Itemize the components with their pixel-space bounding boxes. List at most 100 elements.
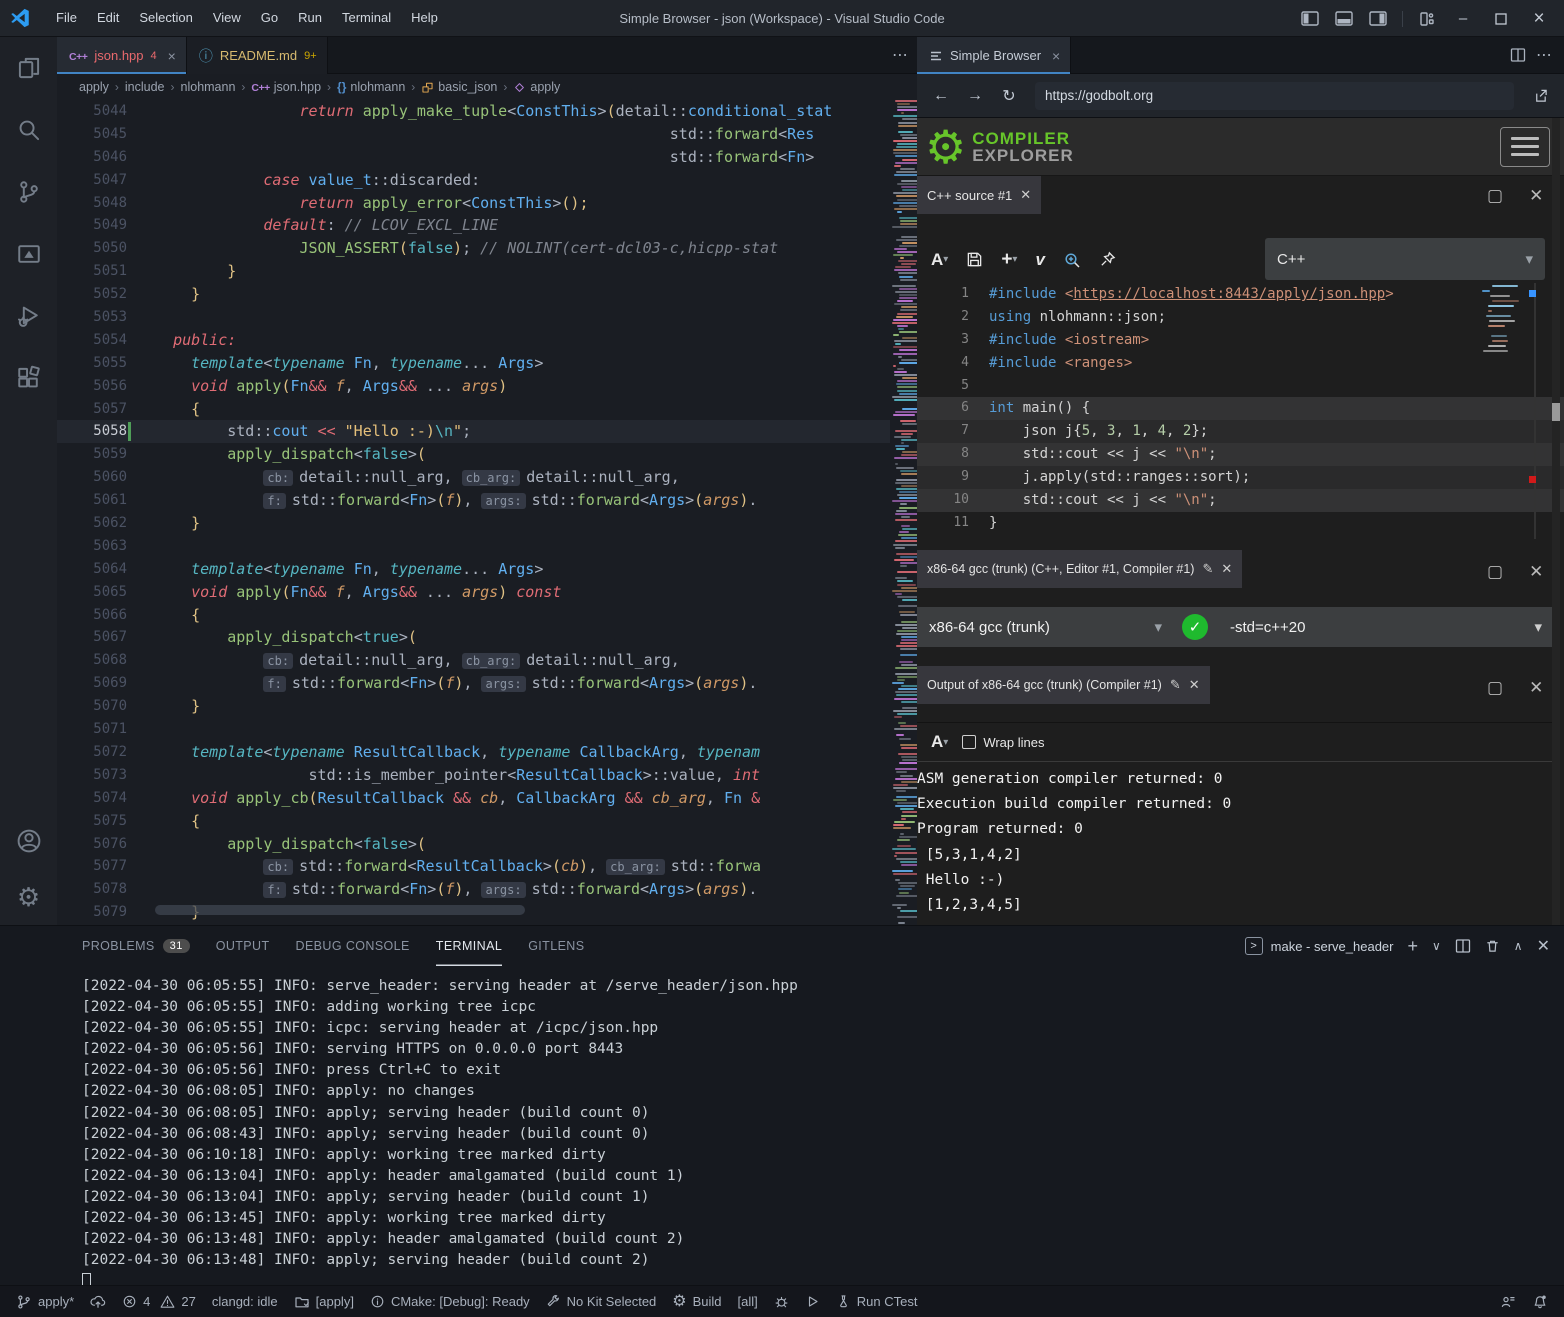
output-pane-tab[interactable]: Output of x86-64 gcc (trunk) (Compiler #… — [917, 666, 1210, 704]
code-editor[interactable]: 5044 return apply_make_tuple<ConstThis>(… — [57, 100, 917, 925]
activity-source-control-icon[interactable] — [0, 161, 57, 223]
code-line[interactable]: 5078 f:std::forward<Fn>(f), args:std::fo… — [57, 878, 917, 901]
code-line[interactable]: 5069 f:std::forward<Fn>(f), args:std::fo… — [57, 672, 917, 695]
ce-code-line[interactable]: 7 json j{5, 3, 1, 4, 2}; — [917, 420, 1564, 443]
rename-pane-icon[interactable]: ✎ — [1202, 561, 1213, 577]
terminal-dropdown-icon[interactable]: ∨ — [1432, 939, 1441, 953]
hamburger-menu-icon[interactable] — [1500, 127, 1550, 167]
close-output-icon[interactable]: ✕ — [1189, 677, 1200, 693]
maximize-pane-icon[interactable]: ▢ — [1487, 562, 1503, 582]
close-window-button[interactable]: × — [1522, 4, 1556, 34]
panel-tab-terminal[interactable]: TERMINAL — [436, 926, 502, 966]
code-line[interactable]: 5046 std::forward<Fn> — [57, 146, 917, 169]
breadcrumb-item-apply[interactable]: apply — [79, 80, 109, 94]
breadcrumb-item-basic_json[interactable]: basic_json — [421, 80, 497, 94]
ce-code-line[interactable]: 9 j.apply(std::ranges::sort); — [917, 466, 1564, 489]
ce-code-line[interactable]: 6int main() { — [917, 397, 1564, 420]
panel-tab-gitlens[interactable]: GITLENS — [528, 926, 584, 966]
code-line[interactable]: 5072 template<typename ResultCallback, t… — [57, 741, 917, 764]
code-line[interactable]: 5063 — [57, 535, 917, 558]
activity-extensions-icon[interactable] — [0, 347, 57, 409]
ce-code-line[interactable]: 1#include <https://localhost:8443/apply/… — [917, 283, 1564, 306]
chevron-down-icon[interactable]: ▾ — [1534, 618, 1542, 636]
code-line[interactable]: 5047 case value_t::discarded: — [57, 169, 917, 192]
code-line[interactable]: 5058 std::cout << "Hello :-)\n"; — [57, 420, 917, 443]
font-size-icon[interactable]: A▾ — [931, 732, 948, 752]
toggle-panel-icon[interactable] — [1329, 6, 1359, 32]
split-terminal-icon[interactable] — [1455, 938, 1471, 954]
code-line[interactable]: 5051 } — [57, 260, 917, 283]
ce-code-line[interactable]: 5 — [917, 375, 1564, 398]
vim-mode-icon[interactable]: v — [1035, 250, 1044, 270]
customize-layout-icon[interactable] — [1412, 6, 1442, 32]
status-cmake-launch[interactable] — [797, 1290, 828, 1314]
split-editor-icon[interactable] — [1510, 47, 1526, 63]
code-line[interactable]: 5061 f:std::forward<Fn>(f), args:std::fo… — [57, 489, 917, 512]
ce-code-line[interactable]: 3#include <iostream> — [917, 329, 1564, 352]
code-line[interactable]: 5045 std::forward<Res — [57, 123, 917, 146]
ce-code-line[interactable]: 2using nlohmann::json; — [917, 306, 1564, 329]
code-line[interactable]: 5065 void apply(Fn&& f, Args&& ... args)… — [57, 581, 917, 604]
activity-run-debug-icon[interactable] — [0, 285, 57, 347]
code-line[interactable]: 5074 void apply_cb(ResultCallback && cb,… — [57, 787, 917, 810]
reload-icon[interactable]: ↻ — [995, 82, 1023, 110]
panel-tab-problems[interactable]: PROBLEMS31 — [82, 926, 190, 966]
maximize-panel-icon[interactable]: ∧ — [1514, 939, 1523, 953]
terminal-profile[interactable]: > make - serve_header — [1245, 937, 1394, 955]
font-size-icon[interactable]: A▾ — [931, 250, 948, 270]
status-cmake-target[interactable]: [all] — [730, 1290, 766, 1314]
source-pane-tab[interactable]: C++ source #1 ✕ — [917, 176, 1041, 214]
activity-settings-icon[interactable]: ⚙ — [0, 869, 57, 925]
close-compiler-icon[interactable]: ✕ — [1221, 561, 1232, 577]
open-external-icon[interactable] — [1526, 82, 1554, 110]
zoom-icon[interactable] — [1063, 251, 1081, 269]
status-problems-summary[interactable]: 427 — [114, 1290, 204, 1314]
breadcrumb-item-include[interactable]: include — [125, 80, 165, 94]
breadcrumb-item-json.hpp[interactable]: C++json.hpp — [251, 80, 321, 94]
panel-tab-debug-console[interactable]: DEBUG CONSOLE — [296, 926, 410, 966]
breadcrumb-item-nlohmann[interactable]: nlohmann — [181, 80, 236, 94]
pin-icon[interactable] — [1099, 251, 1116, 268]
menu-view[interactable]: View — [203, 5, 251, 31]
code-line[interactable]: 5044 return apply_make_tuple<ConstThis>(… — [57, 100, 917, 123]
activity-files-icon[interactable] — [0, 37, 57, 99]
kill-terminal-icon[interactable] — [1485, 938, 1500, 954]
more-actions-icon[interactable]: ⋯ — [1536, 45, 1552, 65]
maximize-pane-icon[interactable]: ▢ — [1487, 186, 1503, 206]
close-panel-icon[interactable]: ✕ — [1537, 936, 1550, 956]
status-cmake-build[interactable]: ⚙Build — [664, 1290, 729, 1314]
close-tab-icon[interactable]: × — [1052, 48, 1060, 64]
breadcrumb-item-apply[interactable]: apply — [513, 80, 560, 94]
add-pane-icon[interactable]: +▾ — [1001, 249, 1017, 271]
code-line[interactable]: 5066 { — [57, 604, 917, 627]
tab-json.hpp[interactable]: C++json.hpp4× — [57, 37, 187, 74]
code-line[interactable]: 5062 } — [57, 512, 917, 535]
ce-code-line[interactable]: 8 std::cout << j << "\n"; — [917, 443, 1564, 466]
code-line[interactable]: 5059 apply_dispatch<false>( — [57, 443, 917, 466]
code-line[interactable]: 5067 apply_dispatch<true>( — [57, 626, 917, 649]
activity-cmake-icon[interactable] — [0, 223, 57, 285]
menu-terminal[interactable]: Terminal — [332, 5, 401, 31]
new-terminal-icon[interactable]: + — [1407, 936, 1418, 957]
minimize-button[interactable]: – — [1446, 4, 1480, 34]
status-active-folder[interactable]: [apply] — [286, 1290, 362, 1314]
tab-more-actions[interactable]: ⋯ — [883, 37, 917, 73]
compiler-explorer-logo[interactable]: ⚙ COMPILER EXPLORER — [917, 124, 1074, 170]
ce-source-editor[interactable]: 1#include <https://localhost:8443/apply/… — [917, 283, 1564, 539]
code-line[interactable]: 5049 default: // LCOV_EXCL_LINE — [57, 214, 917, 237]
menu-help[interactable]: Help — [401, 5, 448, 31]
tab-simple-browser[interactable]: Simple Browser × — [917, 37, 1071, 74]
code-line[interactable]: 5068 cb:detail::null_arg, cb_arg:detail:… — [57, 649, 917, 672]
ce-code-line[interactable]: 10 std::cout << j << "\n"; — [917, 489, 1564, 512]
code-line[interactable]: 5070 } — [57, 695, 917, 718]
code-line[interactable]: 5056 void apply(Fn&& f, Args&& ... args) — [57, 375, 917, 398]
menu-go[interactable]: Go — [251, 5, 288, 31]
code-line[interactable]: 5060 cb:detail::null_arg, cb_arg:detail:… — [57, 466, 917, 489]
status-notifications[interactable] — [1524, 1290, 1556, 1314]
status-cmake-status[interactable]: CMake: [Debug]: Ready — [362, 1290, 538, 1314]
toggle-sidebar-icon[interactable] — [1295, 6, 1325, 32]
horizontal-scrollbar[interactable] — [155, 905, 525, 915]
code-line[interactable]: 5054 public: — [57, 329, 917, 352]
toggle-secondary-sidebar-icon[interactable] — [1363, 6, 1393, 32]
close-pane-icon[interactable]: ✕ — [1529, 186, 1543, 206]
